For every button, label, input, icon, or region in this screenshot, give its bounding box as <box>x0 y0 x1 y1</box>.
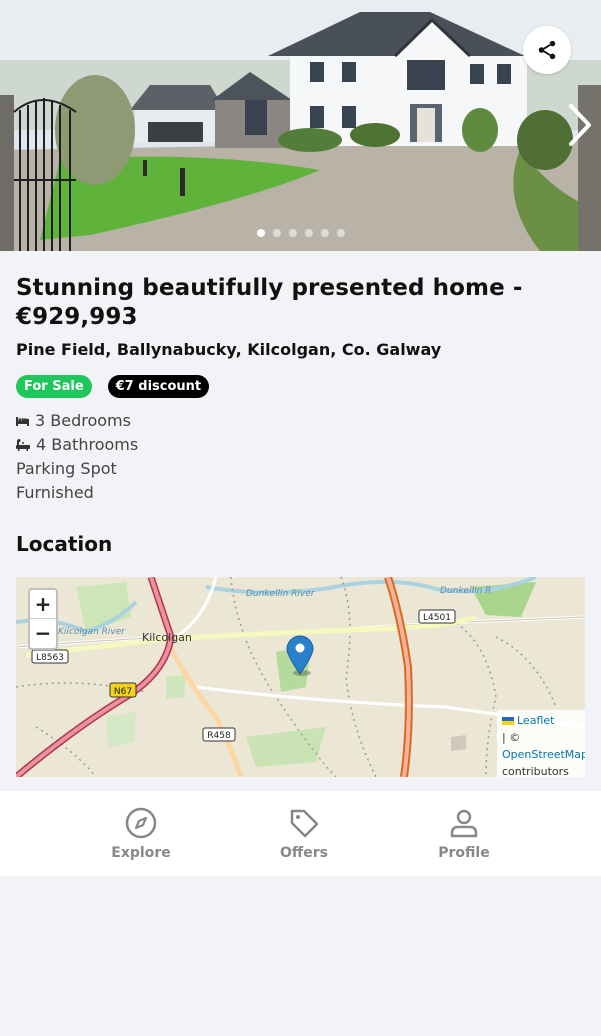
attribution-separator: | © <box>502 731 521 744</box>
zoom-out-button[interactable]: − <box>30 619 56 648</box>
tab-profile[interactable]: Profile <box>409 805 519 861</box>
carousel-dot[interactable] <box>337 229 345 237</box>
bathrooms-text: 4 Bathrooms <box>36 435 139 454</box>
zoom-in-button[interactable]: + <box>30 590 56 619</box>
discount-badge: €7 discount <box>107 375 210 398</box>
bedrooms-text: 3 Bedrooms <box>35 411 131 430</box>
bottom-tab-bar: Explore Offers Profile <box>0 791 601 876</box>
feature-bedrooms: 3 Bedrooms <box>16 409 138 433</box>
tab-explore[interactable]: Explore <box>86 805 196 861</box>
compass-icon <box>125 807 157 839</box>
feature-bathrooms: 4 Bathrooms <box>16 433 138 457</box>
map-label-river-ne: Dunkellin R <box>440 586 491 596</box>
feature-parking: Parking Spot <box>16 457 138 481</box>
tab-explore-label: Explore <box>111 845 171 861</box>
for-sale-badge: For Sale <box>16 375 92 398</box>
location-heading: Location <box>16 532 113 556</box>
map-attribution: Leaflet | © OpenStreetMap contributors <box>497 710 585 777</box>
next-image-button[interactable] <box>560 100 596 150</box>
bed-icon <box>16 416 29 426</box>
listing-title: Stunning beautifully presented home - €9… <box>16 275 523 330</box>
furnished-text: Furnished <box>16 483 94 502</box>
share-button[interactable] <box>523 26 571 74</box>
openstreetmap-link[interactable]: OpenStreetMap <box>502 746 585 763</box>
road-label-n67: N67 <box>114 687 132 697</box>
carousel-dots <box>257 229 345 237</box>
feature-furnished: Furnished <box>16 481 138 505</box>
map-label-town: Kilcolgan <box>142 631 192 644</box>
user-icon <box>450 809 478 838</box>
property-photo <box>0 0 601 251</box>
ukraine-flag-icon <box>502 717 514 725</box>
tab-profile-label: Profile <box>438 845 490 861</box>
listing-features: 3 Bedrooms 4 Bathrooms Parking Spot Furn… <box>16 409 138 505</box>
tab-offers[interactable]: Offers <box>249 805 359 861</box>
tag-icon <box>290 809 319 838</box>
carousel-dot[interactable] <box>273 229 281 237</box>
road-label-l4501: L4501 <box>423 613 451 623</box>
carousel-dot[interactable] <box>289 229 297 237</box>
road-label-l8563: L8563 <box>36 653 64 663</box>
carousel-dot[interactable] <box>321 229 329 237</box>
chevron-right-icon <box>569 104 591 146</box>
parking-text: Parking Spot <box>16 459 117 478</box>
location-map[interactable]: L8563 N67 R458 L4501 Kilcolgan Kilcolgan… <box>16 577 585 777</box>
property-photo-carousel[interactable] <box>0 0 601 251</box>
listing-badges: For Sale €7 discount <box>16 375 210 398</box>
share-icon <box>538 40 556 60</box>
carousel-dot[interactable] <box>257 229 265 237</box>
listing-address: Pine Field, Ballynabucky, Kilcolgan, Co.… <box>16 340 442 359</box>
carousel-dot[interactable] <box>305 229 313 237</box>
map-zoom-control: + − <box>28 588 58 650</box>
road-label-r458: R458 <box>207 731 231 741</box>
leaflet-link[interactable]: Leaflet <box>517 714 554 727</box>
attribution-contributors: contributors <box>502 765 569 777</box>
map-label-river-west: Kilcolgan River <box>58 627 126 637</box>
bath-icon <box>16 439 30 451</box>
tab-offers-label: Offers <box>280 845 328 861</box>
map-label-river-north: Dunkellin River <box>246 589 316 599</box>
